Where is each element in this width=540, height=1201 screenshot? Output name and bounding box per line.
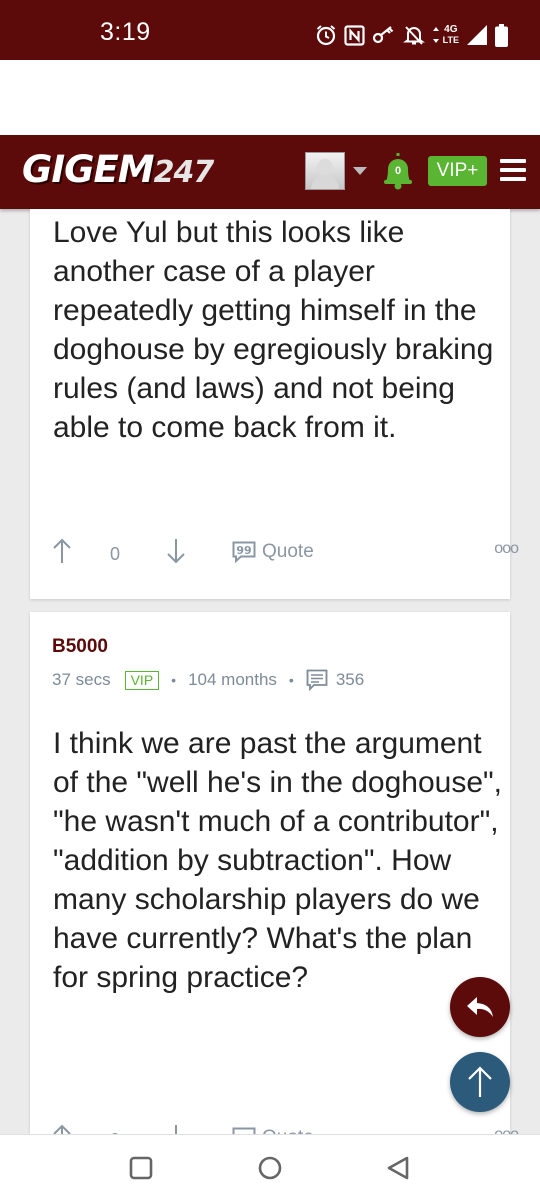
reply-icon <box>467 997 493 1017</box>
posts-icon <box>306 669 328 691</box>
status-time: 3:19 <box>100 18 151 46</box>
post-body: Love Yul but this looks like another cas… <box>53 216 494 444</box>
home-icon[interactable] <box>257 1156 283 1182</box>
chevron-down-icon[interactable] <box>352 166 368 176</box>
hamburger-menu-icon[interactable] <box>500 158 526 182</box>
post-meta: 37 secs VIP • 104 months • 356 <box>52 668 364 692</box>
network-type-sub: LTE <box>442 35 459 45</box>
post-count-value: 356 <box>335 670 365 689</box>
status-bar: 3:19 4G LTE <box>0 0 540 60</box>
network-type-label: 4G <box>444 24 458 35</box>
more-options-icon[interactable]: ooo <box>494 540 519 558</box>
vip-plus-button[interactable]: VIP+ <box>428 156 487 186</box>
vpn-key-icon <box>372 26 393 44</box>
data-arrows-icon <box>432 27 439 43</box>
network-type: 4G LTE <box>442 24 459 46</box>
notification-count: 0 <box>394 165 402 177</box>
notifications-off-icon <box>402 26 425 45</box>
signal-icon <box>467 25 487 45</box>
post-card: Love Yul but this looks like another cas… <box>30 209 519 599</box>
downvote-icon[interactable] <box>166 538 186 564</box>
post-username[interactable]: B5000 <box>52 636 108 658</box>
post-body: I think we are past the argument of the … <box>53 727 502 994</box>
separator-dot: • <box>171 672 177 688</box>
arrow-up-icon <box>468 1066 492 1097</box>
post-count: 356 <box>306 669 364 691</box>
vip-badge: VIP <box>124 670 160 690</box>
member-duration: 104 months <box>188 670 277 689</box>
alarm-icon <box>316 25 335 46</box>
post-actions: 0 99 Quote ooo <box>52 538 519 568</box>
recents-icon[interactable] <box>129 1156 153 1180</box>
avatar[interactable] <box>305 152 345 190</box>
quote-icon: 99 <box>232 541 256 563</box>
vote-count: 0 <box>110 544 121 564</box>
separator-dot: • <box>288 672 294 688</box>
quote-button[interactable]: 99 Quote <box>232 541 314 563</box>
status-icons: 4G LTE <box>315 20 508 50</box>
post-time: 37 secs <box>52 670 111 689</box>
nfc-icon <box>344 24 365 46</box>
notifications-button[interactable]: 0 <box>381 152 415 195</box>
battery-icon <box>495 23 508 47</box>
site-logo[interactable]: GIGEM247 <box>22 148 215 191</box>
reply-button[interactable] <box>450 977 510 1037</box>
scroll-top-button[interactable] <box>450 1052 510 1112</box>
logo-number: 247 <box>153 155 215 190</box>
browser-blank-bar <box>0 60 540 135</box>
back-icon[interactable] <box>386 1156 410 1182</box>
svg-text:99: 99 <box>236 544 251 557</box>
upvote-icon[interactable] <box>52 538 72 564</box>
quote-label: Quote <box>262 541 314 562</box>
post-card: B5000 37 secs VIP • 104 months • 356 I t… <box>30 612 519 1150</box>
logo-text: GIGEM <box>22 148 155 191</box>
system-nav-bar <box>0 1134 540 1201</box>
